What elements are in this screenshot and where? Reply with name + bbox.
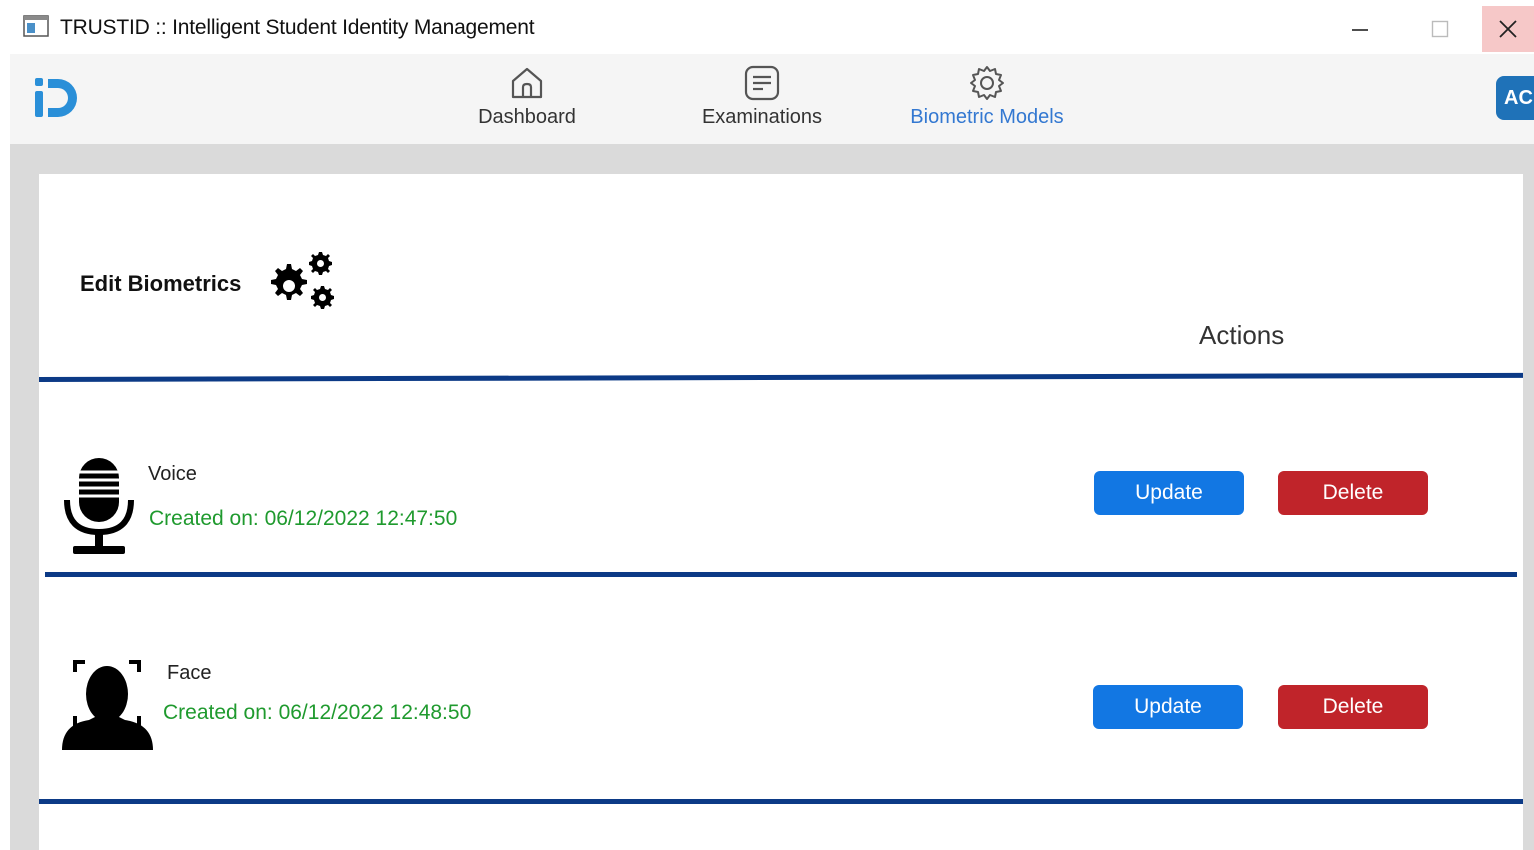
title-bar: TRUSTID :: Intelligent Student Identity …: [10, 6, 1534, 54]
nav-label-dashboard: Dashboard: [478, 106, 576, 128]
minimize-button[interactable]: [1322, 6, 1398, 52]
maximize-icon: [1431, 20, 1449, 38]
gear-icon: [970, 66, 1004, 100]
close-icon: [1499, 20, 1517, 38]
nav-label-biometric-models: Biometric Models: [910, 106, 1064, 128]
face-scan-icon: [62, 660, 153, 750]
nav-item-examinations[interactable]: Examinations: [672, 64, 852, 129]
nav-item-biometric-models[interactable]: Biometric Models: [897, 64, 1077, 129]
biometric-name: Face: [167, 662, 212, 684]
row-divider: [45, 572, 1517, 577]
maximize-button[interactable]: [1402, 6, 1478, 52]
row-divider: [39, 799, 1523, 804]
biometric-name: Voice: [148, 463, 197, 485]
page-title: Edit Biometrics: [80, 271, 242, 296]
update-button[interactable]: Update: [1093, 685, 1243, 729]
gears-icon: [271, 252, 334, 309]
update-button[interactable]: Update: [1094, 471, 1244, 515]
navigation-bar: Dashboard Examinations Biometric Models …: [10, 54, 1534, 144]
biometric-created-date: Created on: 06/12/2022 12:48:50: [163, 701, 472, 724]
user-avatar[interactable]: AC: [1496, 76, 1534, 120]
delete-button[interactable]: Delete: [1278, 471, 1428, 515]
document-icon: [744, 65, 780, 101]
close-button[interactable]: [1482, 6, 1534, 52]
nav-item-dashboard[interactable]: Dashboard: [437, 64, 617, 129]
window-title: TRUSTID :: Intelligent Student Identity …: [60, 16, 535, 39]
nav-label-examinations: Examinations: [701, 106, 823, 128]
biometrics-panel: Edit Biometrics Actions Voice Created on…: [38, 174, 1524, 850]
app-window: TRUSTID :: Intelligent Student Identity …: [10, 6, 1534, 850]
delete-button[interactable]: Delete: [1278, 685, 1428, 729]
microphone-icon: [64, 458, 134, 554]
biometric-created-date: Created on: 06/12/2022 12:47:50: [149, 507, 458, 530]
trustid-logo: [35, 78, 77, 117]
app-window-icon: [23, 15, 49, 37]
home-icon: [511, 67, 543, 99]
header-divider: [38, 372, 1524, 382]
minimize-icon: [1352, 29, 1368, 31]
actions-column-header: Actions: [1199, 320, 1285, 350]
